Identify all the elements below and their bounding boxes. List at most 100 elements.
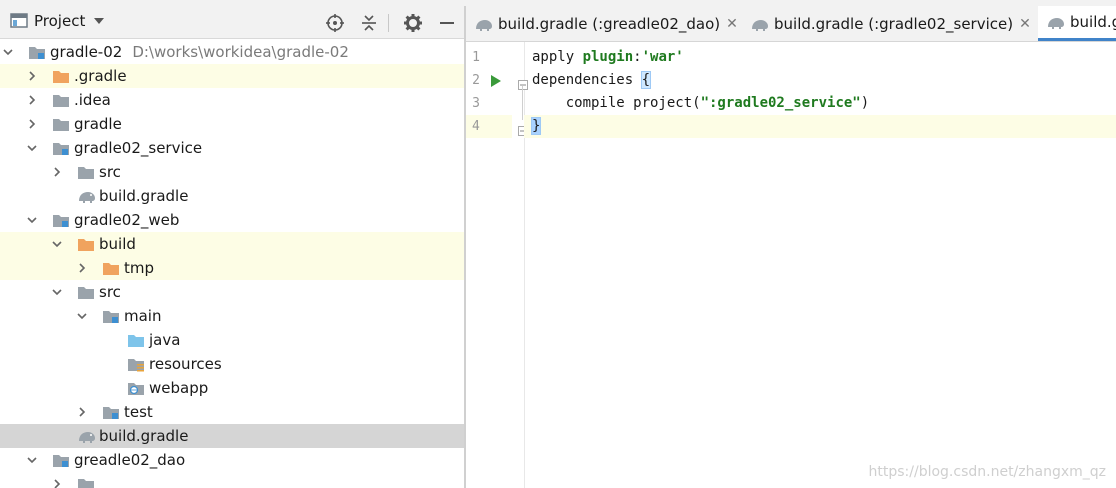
close-icon[interactable]: ✕ <box>1019 16 1031 32</box>
code-token: ) <box>860 95 870 111</box>
module-folder-icon <box>103 407 119 419</box>
folder-icon <box>53 95 69 107</box>
code-line-3: compile project(":gradle02_service") <box>524 92 1116 115</box>
fold-guide <box>522 86 523 120</box>
chevron-right-icon[interactable] <box>24 112 40 136</box>
tree-item-label: main <box>124 307 162 325</box>
project-view-selector[interactable]: Project <box>10 12 105 30</box>
code-line-4: } <box>524 115 1116 138</box>
tree-item-webapp[interactable]: webapp <box>0 376 464 400</box>
tree-item-label: gradle02_service <box>74 139 203 157</box>
project-panel-icon <box>10 13 28 28</box>
project-panel-title: Project <box>34 12 86 30</box>
gradle-elephant-icon <box>1048 18 1064 29</box>
module-folder-icon <box>53 215 69 227</box>
code-editor[interactable]: apply plugin:'war' dependencies { compil… <box>524 42 1116 488</box>
excluded-folder-icon <box>103 263 119 275</box>
line-number: 1 <box>472 50 480 65</box>
chevron-down-icon[interactable] <box>49 232 65 256</box>
code-line-1: apply plugin:'war' <box>524 46 1116 69</box>
tree-item-service-src[interactable]: src <box>0 160 464 184</box>
folder-icon <box>53 119 69 131</box>
tree-item-label: build.gradle <box>99 187 189 205</box>
chevron-down-icon[interactable] <box>49 280 65 304</box>
tree-item-label: .gradle <box>74 67 127 85</box>
chevron-right-icon[interactable] <box>24 88 40 112</box>
gear-icon <box>404 14 422 32</box>
line-number: 2 <box>472 73 480 88</box>
tree-item-gradle[interactable]: gradle <box>0 112 464 136</box>
tree-item-tmp[interactable]: tmp <box>0 256 464 280</box>
tree-item-label: src <box>99 163 121 181</box>
tree-item-main[interactable]: main <box>0 304 464 328</box>
tree-item-idea[interactable]: .idea <box>0 88 464 112</box>
tree-item-web-build[interactable]: build <box>0 232 464 256</box>
code-string: 'war' <box>641 49 684 65</box>
chevron-down-icon[interactable] <box>0 40 16 64</box>
excluded-folder-icon <box>53 71 69 83</box>
tree-item-label: src <box>99 283 121 301</box>
chevron-down-icon[interactable] <box>24 136 40 160</box>
locate-file-button[interactable] <box>324 12 346 34</box>
excluded-folder-icon <box>78 239 94 251</box>
tab-label: build.gradle (:gradle02_service) <box>774 14 1014 33</box>
code-line-2: dependencies { <box>524 69 1116 92</box>
tree-item-dot-gradle[interactable]: .gradle <box>0 64 464 88</box>
tree-item-web-src[interactable]: src <box>0 280 464 304</box>
collapse-all-button[interactable] <box>358 12 380 34</box>
project-tree: gradle-02 D:\works\workidea\gradle-02 .gr… <box>0 40 464 488</box>
code-token: apply <box>532 49 583 65</box>
code-brace: { <box>640 71 652 89</box>
chevron-right-icon[interactable] <box>74 256 90 280</box>
tree-item-label: greadle02_dao <box>74 451 186 469</box>
tree-item-label: build <box>99 235 136 253</box>
collapse-all-icon <box>362 15 376 31</box>
watermark: https://blog.csdn.net/zhangxm_qz <box>868 464 1106 480</box>
resources-folder-icon <box>128 359 144 372</box>
project-panel-header: Project <box>0 6 464 39</box>
tree-item-label: gradle-02 <box>50 43 123 61</box>
tree-item-java[interactable]: java <box>0 328 464 352</box>
chevron-down-icon[interactable] <box>24 208 40 232</box>
run-icon[interactable] <box>490 73 502 92</box>
folder-icon <box>78 287 94 299</box>
tree-item-label: .idea <box>74 91 111 109</box>
crosshair-icon <box>326 14 344 32</box>
chevron-right-icon[interactable] <box>24 64 40 88</box>
tree-item-label: java <box>149 331 181 349</box>
tree-item-gradle02-web[interactable]: gradle02_web <box>0 208 464 232</box>
gradle-elephant-icon <box>752 19 768 31</box>
tab-build-gradle-dao[interactable]: build.gradle (:greadle02_dao) ✕ <box>474 6 738 41</box>
module-folder-icon <box>53 143 69 155</box>
chevron-down-icon[interactable] <box>74 304 90 328</box>
settings-button[interactable] <box>402 12 424 34</box>
tree-item-gradle-02[interactable]: gradle-02 D:\works\workidea\gradle-02 <box>0 40 464 64</box>
hide-panel-button[interactable] <box>436 12 458 34</box>
project-tool-window: Project gradle-02 D:\works\workidea\grad… <box>0 6 464 488</box>
tree-item-label: test <box>124 403 153 421</box>
line-number: 4 <box>466 115 512 138</box>
folder-icon <box>78 479 94 488</box>
close-icon[interactable]: ✕ <box>726 16 738 32</box>
tree-item-test[interactable]: test <box>0 400 464 424</box>
tree-item-web-build-gradle[interactable]: build.gradle <box>0 424 464 448</box>
chevron-right-icon[interactable] <box>74 400 90 424</box>
chevron-right-icon[interactable] <box>49 160 65 184</box>
folder-icon <box>78 167 94 179</box>
tab-label: build.gradle (:greadle02_dao) <box>498 14 721 33</box>
tree-item-partial[interactable] <box>0 472 464 488</box>
tree-item-label: gradle02_web <box>74 211 180 229</box>
tree-item-greadle02-dao[interactable]: greadle02_dao <box>0 448 464 472</box>
tree-item-label: gradle <box>74 115 122 133</box>
tab-build-gradle-web[interactable]: build.gr <box>1038 6 1116 41</box>
tree-item-label: resources <box>149 355 222 373</box>
chevron-down-icon[interactable] <box>24 448 40 472</box>
tab-build-gradle-service[interactable]: build.gradle (:gradle02_service) ✕ <box>750 6 1031 41</box>
chevron-right-icon[interactable] <box>49 472 65 488</box>
tree-item-gradle02-service[interactable]: gradle02_service <box>0 136 464 160</box>
tab-label: build.gr <box>1070 13 1116 31</box>
tree-item-service-build-gradle[interactable]: build.gradle <box>0 184 464 208</box>
tree-item-resources[interactable]: resources <box>0 352 464 376</box>
web-folder-icon <box>128 383 144 395</box>
editor-gutter: 1 2 3 4 <box>466 42 528 488</box>
